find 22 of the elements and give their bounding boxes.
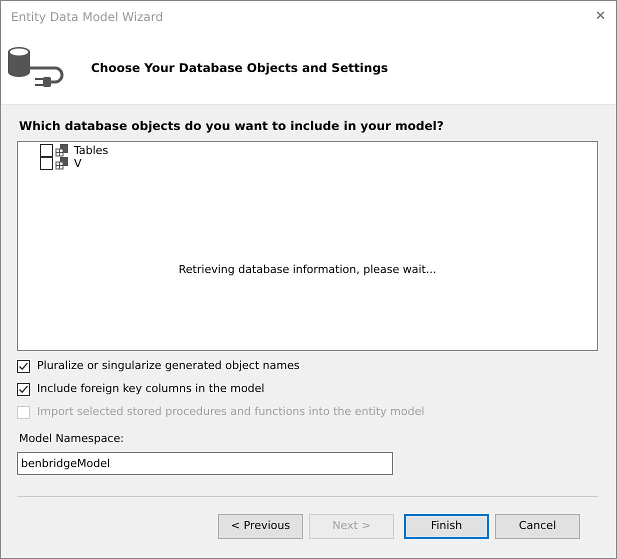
- question-label: Which database objects do you want to include in your model?: [19, 118, 445, 135]
- wizard-button[interactable]: < Previous: [218, 514, 303, 539]
- option-label: Pluralize or singularize generated object names: [37, 358, 300, 374]
- checkbox[interactable]: [17, 383, 30, 396]
- checkbox[interactable]: [40, 144, 53, 157]
- wizard-button[interactable]: Finish: [404, 514, 489, 539]
- option-label: Import selected stored procedures and functions into the entity model: [37, 404, 424, 420]
- namespace-field[interactable]: benbridgeModel: [17, 452, 393, 474]
- table-icon: [55, 157, 69, 170]
- tree-item-label[interactable]: Tables: [74, 144, 108, 157]
- tree-item-label[interactable]: V: [74, 157, 82, 170]
- close-button[interactable]: ✕: [595, 7, 606, 27]
- checkbox[interactable]: [17, 360, 30, 373]
- page-heading: Choose Your Database Objects and Settings: [91, 61, 388, 76]
- checkbox[interactable]: [40, 157, 53, 170]
- wizard-button[interactable]: Cancel: [495, 514, 580, 539]
- object-tree[interactable]: Tables V Retrieving database information, please wait...: [17, 141, 598, 351]
- status-message: Retrieving database information, please wait...: [178, 263, 436, 276]
- namespace-label: Model Namespace:: [19, 432, 124, 445]
- table-icon: [55, 144, 69, 157]
- window-title: Entity Data Model Wizard: [11, 9, 164, 26]
- option-label: Include foreign key columns in the model: [37, 381, 264, 398]
